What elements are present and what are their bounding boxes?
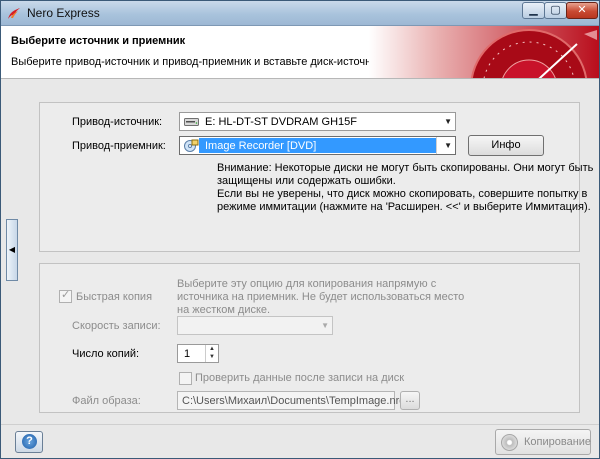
browse-button[interactable]: ...	[400, 391, 420, 410]
help-button[interactable]: ?	[15, 431, 43, 453]
page-subtitle: Выберите привод-источник и привод-приемн…	[11, 56, 386, 68]
verify-data-label: Проверить данные после записи на диск	[195, 372, 405, 384]
checkmark-icon: ✓	[61, 289, 71, 301]
close-button[interactable]: ✕	[566, 2, 598, 19]
window-title: Nero Express	[27, 6, 100, 20]
maximize-button[interactable]: ▢	[544, 2, 567, 19]
target-drive-value: Image Recorder [DVD]	[205, 140, 317, 152]
quick-copy-description: Выберите эту опцию для копирования напря…	[177, 278, 465, 316]
minimize-button[interactable]: ▁	[522, 2, 545, 19]
chevron-down-icon: ▼	[444, 117, 452, 126]
copy-options-panel: ✓ Быстрая копия Выберите эту опцию для к…	[39, 263, 580, 413]
target-drive-select[interactable]: Image Recorder [DVD] ▼	[179, 136, 456, 155]
spin-arrows-icon[interactable]: ▲ ▼	[205, 345, 218, 362]
chevron-down-icon: ▼	[321, 321, 329, 330]
write-speed-select[interactable]: ▼	[177, 316, 333, 335]
image-file-path-field[interactable]: C:\Users\Михаил\Documents\TempImage.nrg	[177, 391, 405, 410]
copy-button-label: Копирование	[524, 436, 592, 448]
target-drive-label: Привод-приемник:	[72, 140, 166, 152]
info-button[interactable]: Инфо	[468, 135, 544, 156]
drive-selection-panel: Привод-источник: E: HL-DT-ST DVDRAM GH15…	[39, 102, 593, 252]
expand-panel-toggle[interactable]: ◀	[6, 219, 18, 281]
page-title: Выберите источник и приемник	[11, 35, 186, 47]
write-speed-label: Скорость записи:	[72, 320, 161, 332]
image-file-label: Файл образа:	[72, 395, 141, 407]
copies-count-label: Число копий:	[72, 348, 140, 360]
warning-text: Внимание: Некоторые диски не могут быть …	[217, 162, 594, 187]
maximize-icon: ▢	[550, 4, 561, 16]
copies-count-stepper[interactable]: 1 ▲ ▼	[177, 344, 219, 363]
copy-button[interactable]: Копирование	[495, 429, 591, 455]
quick-copy-checkbox[interactable]: ✓	[59, 289, 72, 303]
source-drive-value: E: HL-DT-ST DVDRAM GH15F	[205, 116, 357, 128]
simulation-hint-text: Если вы не уверены, что диск можно скопи…	[217, 188, 591, 213]
nero-express-window: Nero Express ▁ ▢ ✕ Выберите источник и п…	[0, 0, 600, 459]
close-icon: ✕	[577, 4, 587, 16]
help-icon: ?	[22, 434, 37, 449]
footer-divider	[1, 424, 599, 425]
verify-data-checkbox[interactable]	[179, 372, 192, 385]
copies-count-value: 1	[184, 348, 191, 360]
disc-icon	[501, 434, 518, 451]
minimize-icon: ▁	[529, 4, 538, 16]
dvd-drive-icon	[184, 118, 199, 126]
source-drive-select[interactable]: E: HL-DT-ST DVDRAM GH15F ▼	[179, 112, 456, 131]
wizard-header: Выберите источник и приемник Выберите пр…	[1, 26, 599, 79]
quick-copy-label: Быстрая копия	[76, 291, 153, 303]
image-recorder-icon	[184, 139, 199, 152]
chevron-down-icon: ▼	[444, 141, 452, 150]
title-bar[interactable]: Nero Express ▁ ▢ ✕	[1, 1, 599, 26]
nero-flame-icon	[8, 8, 20, 19]
source-drive-label: Привод-источник:	[72, 116, 163, 128]
speedometer-banner-icon	[369, 26, 599, 78]
arrow-left-icon: ◀	[8, 245, 16, 254]
